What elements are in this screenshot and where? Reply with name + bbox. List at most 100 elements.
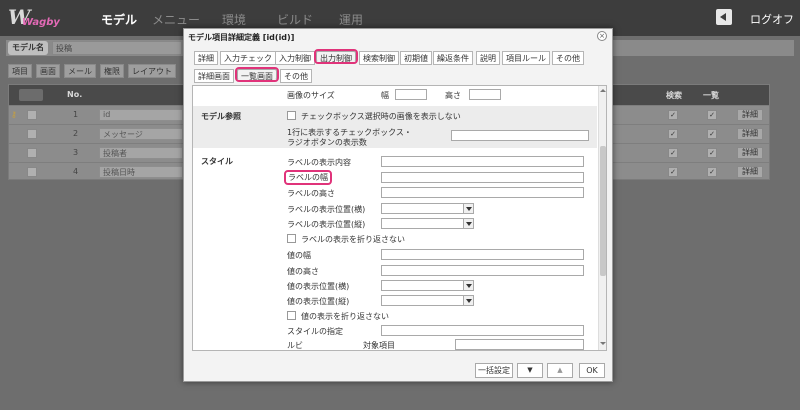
image-size-label: 画像のサイズ	[287, 91, 335, 100]
detail-button[interactable]: 詳細	[737, 166, 763, 178]
ruby-target-input[interactable]	[455, 339, 584, 350]
row-id-input[interactable]: id	[99, 109, 183, 121]
search-checkbox[interactable]: ✓	[668, 148, 678, 158]
row-checkbox[interactable]	[27, 167, 37, 177]
bg-tab-screen[interactable]: 画面	[36, 64, 60, 78]
ok-button[interactable]: OK	[579, 363, 605, 378]
hide-image-checkbox[interactable]	[287, 111, 296, 120]
settings-panel: 画像のサイズ 幅 高さ モデル参照 チェックボックス選択時の画像を表示しない 1…	[192, 85, 607, 351]
value-height-input[interactable]	[381, 265, 584, 276]
value-nowrap-label: 値の表示を折り返さない	[301, 312, 389, 321]
label-position-h-select[interactable]	[381, 203, 474, 214]
subtab-list-screen[interactable]: 一覧画面	[235, 67, 279, 82]
row-id-input[interactable]: 投稿者	[99, 147, 183, 159]
nav-build[interactable]: ビルド	[277, 11, 313, 28]
label-content-label: ラベルの表示内容	[287, 158, 351, 167]
panel-scrollbar[interactable]	[598, 86, 606, 350]
value-position-v-label: 値の表示位置(縦)	[287, 297, 350, 306]
subtab-detail-screen[interactable]: 詳細画面	[194, 69, 234, 83]
list-checkbox[interactable]: ✓	[707, 148, 717, 158]
tab-input-check[interactable]: 入力チェック	[220, 51, 276, 65]
ruby-label: ルビ	[287, 341, 303, 350]
search-checkbox[interactable]: ✓	[668, 110, 678, 120]
nav-operation[interactable]: 運用	[339, 11, 363, 28]
row-checkbox[interactable]	[27, 110, 37, 120]
list-checkbox[interactable]: ✓	[707, 167, 717, 177]
label-nowrap-label: ラベルの表示を折り返さない	[301, 235, 405, 244]
chevron-down-icon	[463, 281, 473, 290]
bg-tab-item[interactable]: 項目	[8, 64, 32, 78]
model-name-input[interactable]: 投稿	[52, 41, 182, 55]
row-no: 4	[73, 167, 79, 176]
model-reference-label: モデル参照	[201, 112, 241, 121]
key-icon: ⚷	[11, 110, 17, 119]
bg-tab-mail[interactable]: メール	[64, 64, 96, 78]
label-position-h-label: ラベルの表示位置(横)	[287, 205, 366, 214]
dialog-title: モデル項目詳細定義 [id(id)]	[188, 33, 295, 42]
search-checkbox[interactable]: ✓	[668, 167, 678, 177]
value-height-label: 値の高さ	[287, 267, 319, 276]
image-width-label: 幅	[381, 91, 389, 100]
bg-tab-permission[interactable]: 権限	[100, 64, 124, 78]
checkbox-count-input[interactable]	[451, 130, 589, 141]
tab-repeat-condition[interactable]: 繰返条件	[433, 51, 473, 65]
value-position-h-label: 値の表示位置(横)	[287, 282, 350, 291]
tab-other[interactable]: その他	[552, 51, 584, 65]
logo-sub: Wagby	[22, 17, 60, 28]
style-spec-label: スタイルの指定	[287, 327, 343, 336]
chevron-down-icon	[463, 219, 473, 228]
detail-button[interactable]: 詳細	[737, 128, 763, 140]
bulk-setting-button[interactable]: 一括設定	[475, 363, 513, 378]
tab-input-control[interactable]: 入力制御	[275, 51, 315, 65]
image-width-input[interactable]	[395, 89, 427, 100]
row-no: 2	[73, 129, 79, 138]
header-search: 検索	[666, 91, 682, 100]
detail-button[interactable]: 詳細	[737, 109, 763, 121]
chevron-down-icon	[463, 296, 473, 305]
label-width-input[interactable]	[381, 172, 584, 183]
label-content-input[interactable]	[381, 156, 584, 167]
label-nowrap-checkbox[interactable]	[287, 234, 296, 243]
style-spec-input[interactable]	[381, 325, 584, 336]
value-nowrap-checkbox[interactable]	[287, 311, 296, 320]
tab-description[interactable]: 説明	[476, 51, 500, 65]
row-checkbox[interactable]	[27, 129, 37, 139]
scroll-down-icon[interactable]	[599, 340, 606, 348]
value-position-v-select[interactable]	[381, 295, 474, 306]
label-height-label: ラベルの高さ	[287, 189, 335, 198]
logout-icon[interactable]	[716, 9, 732, 25]
row-id-input[interactable]: 投稿日時	[99, 166, 183, 178]
tab-output-control[interactable]: 出力制御	[314, 49, 358, 64]
row-id-input[interactable]: メッセージ	[99, 128, 183, 140]
tab-item-rule[interactable]: 項目ルール	[502, 51, 550, 65]
move-down-button[interactable]: ▼	[517, 363, 543, 378]
tab-detail[interactable]: 詳細	[194, 51, 218, 65]
nav-environment[interactable]: 環境	[222, 11, 246, 28]
detail-button[interactable]: 詳細	[737, 147, 763, 159]
nav-menu[interactable]: メニュー	[152, 11, 200, 28]
link-icon[interactable]	[19, 89, 43, 101]
scroll-thumb[interactable]	[600, 146, 606, 276]
ruby-target-label: 対象項目	[363, 341, 395, 350]
row-checkbox[interactable]	[27, 148, 37, 158]
list-checkbox[interactable]: ✓	[707, 110, 717, 120]
image-height-input[interactable]	[469, 89, 501, 100]
search-checkbox[interactable]: ✓	[668, 129, 678, 139]
tab-initial-value[interactable]: 初期値	[400, 51, 432, 65]
tab-search-control[interactable]: 検索制御	[359, 51, 399, 65]
logout-link[interactable]: ログオフ	[750, 11, 794, 27]
header-list: 一覧	[703, 91, 719, 100]
bg-tab-layout[interactable]: レイアウト	[128, 64, 176, 78]
list-checkbox[interactable]: ✓	[707, 129, 717, 139]
value-width-input[interactable]	[381, 249, 584, 260]
subtab-other[interactable]: その他	[280, 69, 312, 83]
nav-model[interactable]: モデル	[101, 11, 137, 28]
move-up-button[interactable]: ▲	[547, 363, 573, 378]
label-height-input[interactable]	[381, 187, 584, 198]
label-position-v-select[interactable]	[381, 218, 474, 229]
close-icon[interactable]: ×	[597, 31, 607, 41]
label-width-label: ラベルの幅	[284, 170, 332, 185]
value-position-h-select[interactable]	[381, 280, 474, 291]
style-label: スタイル	[201, 157, 233, 166]
scroll-up-icon[interactable]	[599, 87, 606, 95]
